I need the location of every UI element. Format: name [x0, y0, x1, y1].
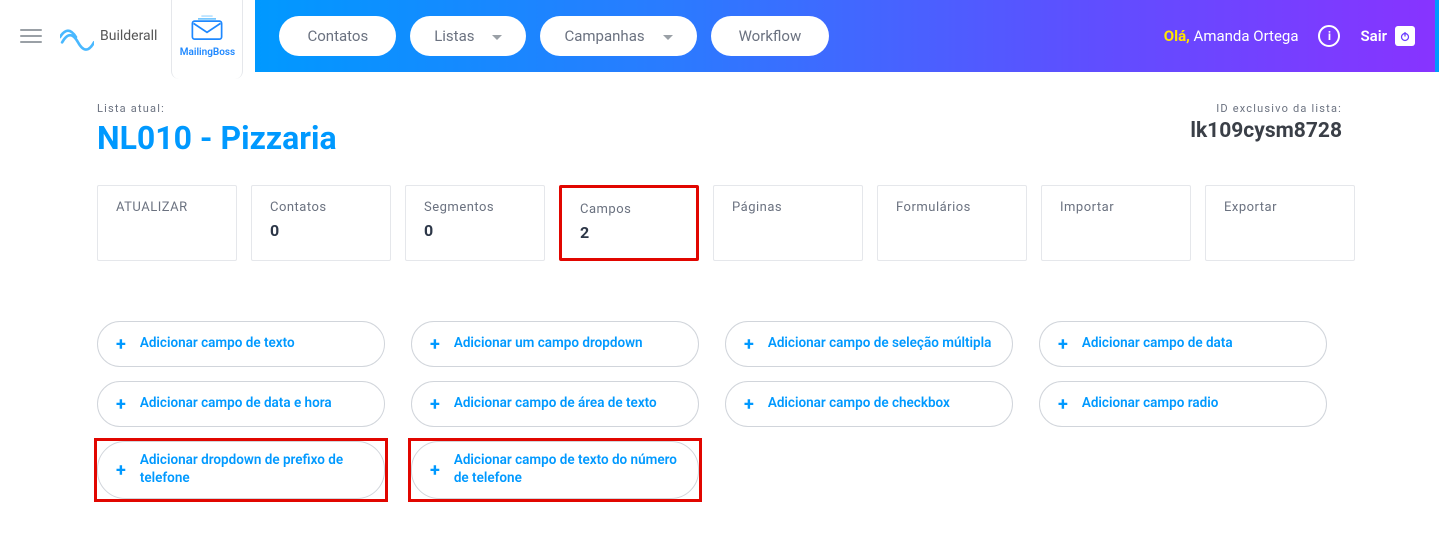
add-phone-prefix-dropdown-button[interactable]: + Adicionar dropdown de prefixo de telefo… — [97, 441, 385, 499]
title-right: ID exclusivo da lista: lk109cysm8728 — [1190, 102, 1342, 143]
nav-workflow-label: Workflow — [739, 27, 802, 45]
plus-icon: + — [430, 460, 440, 481]
greeting-word: Olá, — [1164, 27, 1190, 45]
logout-button[interactable]: Sair — [1360, 26, 1415, 46]
nav-campaigns[interactable]: Campanhas — [540, 16, 696, 56]
plus-icon: + — [1058, 334, 1068, 355]
app-tab-label: MailingBoss — [180, 47, 235, 58]
add-phone-number-text-button[interactable]: + Adicionar campo de texto do número de t… — [411, 441, 699, 499]
add-datetime-field-button[interactable]: + Adicionar campo de data e hora — [97, 381, 385, 427]
info-icon[interactable]: i — [1318, 25, 1340, 47]
plus-icon: + — [744, 394, 754, 415]
topbar-left-white: Builderall MailingBoss — [0, 0, 255, 72]
plus-icon: + — [430, 394, 440, 415]
btn-label: Adicionar campo de área de texto — [454, 395, 657, 413]
unique-id-label: ID exclusivo da lista: — [1190, 102, 1342, 115]
tab-campos[interactable]: Campos 2 — [559, 185, 699, 261]
topbar: Builderall MailingBoss Contatos Listas C… — [0, 0, 1439, 72]
nav-contacts[interactable]: Contatos — [279, 16, 396, 56]
add-multiselect-field-button[interactable]: + Adicionar campo de seleção múltipla — [725, 321, 1013, 367]
tab-count: 0 — [270, 221, 372, 240]
nav-campaigns-label: Campanhas — [564, 27, 644, 45]
tab-count: 0 — [424, 221, 526, 240]
add-date-field-button[interactable]: + Adicionar campo de data — [1039, 321, 1327, 367]
add-field-grid: + Adicionar campo de texto + Adicionar um … — [97, 321, 1342, 499]
tab-contatos[interactable]: Contatos 0 — [251, 185, 391, 261]
builderall-wave-icon — [60, 19, 94, 53]
topbar-right: Olá, Amanda Ortega i Sair — [1164, 25, 1415, 47]
content-area: Lista atual: NL010 - Pizzaria ID exclusi… — [0, 72, 1439, 539]
plus-icon: + — [116, 334, 126, 355]
add-dropdown-field-button[interactable]: + Adicionar um campo dropdown — [411, 321, 699, 367]
tab-label: Importar — [1060, 200, 1172, 215]
plus-icon: + — [430, 334, 440, 355]
tab-paginas[interactable]: Páginas — [713, 185, 863, 261]
chevron-down-icon — [492, 35, 502, 40]
nav-workflow[interactable]: Workflow — [711, 16, 830, 56]
tabs-row: ATUALIZAR Contatos 0 Segmentos 0 Campos … — [97, 185, 1342, 261]
tab-segmentos[interactable]: Segmentos 0 — [405, 185, 545, 261]
current-list-name: NL010 - Pizzaria — [97, 119, 337, 157]
add-checkbox-field-button[interactable]: + Adicionar campo de checkbox — [725, 381, 1013, 427]
app-tab-mailingboss[interactable]: MailingBoss — [171, 0, 243, 79]
tab-label: Campos — [580, 202, 678, 217]
btn-label: Adicionar campo radio — [1082, 395, 1219, 413]
btn-label: Adicionar dropdown de prefixo de telefon… — [140, 452, 366, 487]
tab-count: 2 — [580, 223, 678, 242]
power-icon — [1395, 26, 1415, 46]
nav-contacts-label: Contatos — [307, 27, 368, 45]
add-text-field-button[interactable]: + Adicionar campo de texto — [97, 321, 385, 367]
plus-icon: + — [744, 334, 754, 355]
tab-formularios[interactable]: Formulários — [877, 185, 1027, 261]
tab-label: Formulários — [896, 200, 1008, 215]
btn-label: Adicionar campo de seleção múltipla — [768, 335, 992, 353]
logout-label: Sair — [1360, 27, 1387, 45]
hamburger-menu-icon[interactable] — [20, 29, 42, 43]
title-row: Lista atual: NL010 - Pizzaria ID exclusi… — [97, 102, 1342, 157]
tab-label: Contatos — [270, 200, 372, 215]
chevron-down-icon — [663, 35, 673, 40]
btn-label: Adicionar campo de texto — [140, 335, 295, 353]
plus-icon: + — [116, 394, 126, 415]
tab-importar[interactable]: Importar — [1041, 185, 1191, 261]
btn-label: Adicionar campo de texto do número de te… — [454, 452, 680, 487]
topbar-gradient: Contatos Listas Campanhas Workflow Olá, … — [255, 0, 1439, 72]
btn-label: Adicionar campo de checkbox — [768, 395, 950, 413]
btn-label: Adicionar campo de data e hora — [140, 395, 332, 413]
tab-exportar[interactable]: Exportar — [1205, 185, 1355, 261]
plus-icon: + — [1058, 394, 1068, 415]
builderall-text: Builderall — [100, 28, 157, 44]
add-textarea-field-button[interactable]: + Adicionar campo de área de texto — [411, 381, 699, 427]
tab-label: ATUALIZAR — [116, 200, 218, 215]
add-radio-field-button[interactable]: + Adicionar campo radio — [1039, 381, 1327, 427]
mailingboss-icon — [189, 15, 225, 43]
scroll-indicator — [1435, 0, 1439, 72]
tab-atualizar[interactable]: ATUALIZAR — [97, 185, 237, 261]
nav-lists-label: Listas — [434, 27, 474, 45]
btn-label: Adicionar campo de data — [1082, 335, 1233, 353]
current-list-label: Lista atual: — [97, 102, 337, 115]
tab-label: Exportar — [1224, 200, 1336, 215]
unique-id-value: lk109cysm8728 — [1190, 119, 1342, 143]
title-left: Lista atual: NL010 - Pizzaria — [97, 102, 337, 157]
user-greeting: Olá, Amanda Ortega — [1164, 27, 1299, 45]
tab-label: Segmentos — [424, 200, 526, 215]
tab-label: Páginas — [732, 200, 844, 215]
builderall-logo[interactable]: Builderall — [60, 19, 157, 53]
user-name: Amanda Ortega — [1194, 27, 1299, 45]
btn-label: Adicionar um campo dropdown — [454, 335, 643, 353]
plus-icon: + — [116, 460, 126, 481]
nav-lists[interactable]: Listas — [410, 16, 526, 56]
